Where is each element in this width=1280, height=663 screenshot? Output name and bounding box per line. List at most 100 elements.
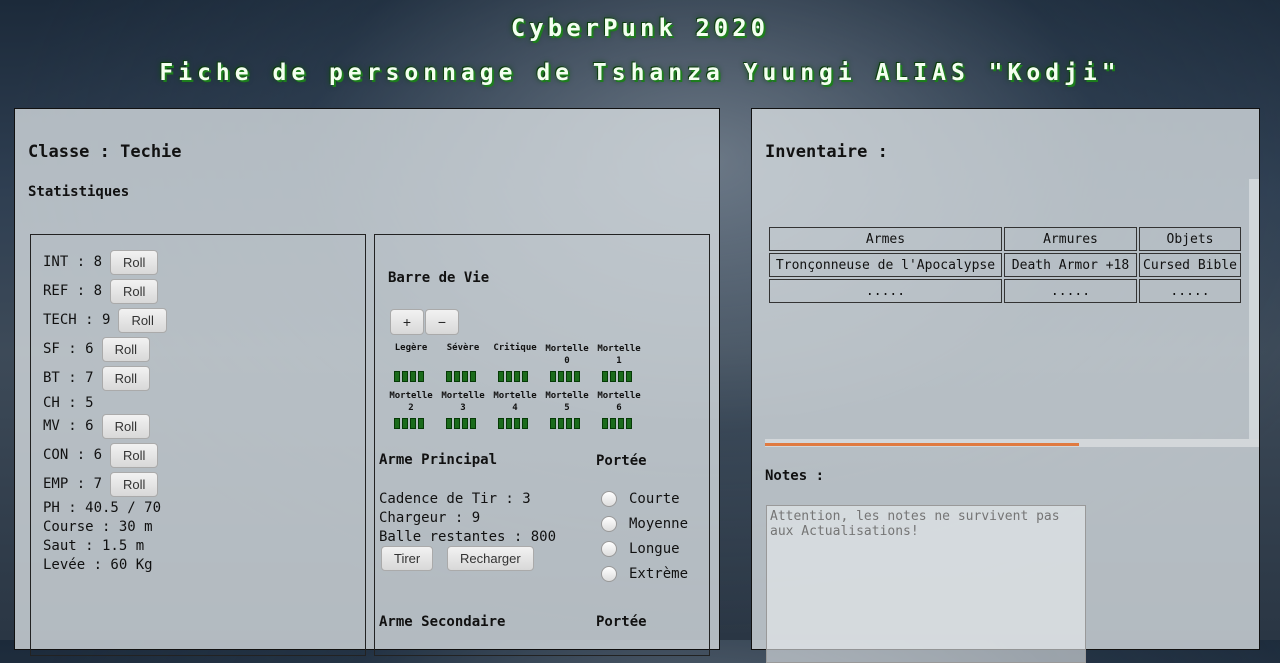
radio-circle[interactable] (601, 491, 617, 507)
health-boxes[interactable] (550, 418, 580, 429)
radio-circle[interactable] (601, 516, 617, 532)
range-radio-courte[interactable]: Courte (601, 491, 680, 507)
character-panel: Classe : Techie Statistiques INT : 8 Roll… (14, 108, 720, 656)
course-value: Course : 30 m (43, 519, 153, 535)
page-subtitle: Fiche de personnage de Tshanza Yuungi AL… (159, 60, 1121, 86)
level-name: Mortelle (441, 391, 485, 401)
roll-sf-button[interactable]: Roll (101, 336, 150, 362)
inventory-panel: Inventaire : Armes Armures Objets Tronço… (751, 108, 1260, 663)
chargeur-value: Chargeur : 9 (379, 510, 481, 526)
cadence-value: Cadence de Tir : 3 (379, 491, 531, 507)
radio-circle[interactable] (601, 541, 617, 557)
table-cell[interactable]: ..... (1004, 279, 1137, 303)
fire-button[interactable]: Tirer (381, 546, 434, 571)
column-header: Armes (769, 227, 1002, 251)
secondary-weapon-heading: Arme Secondaire (379, 614, 506, 630)
reload-button[interactable]: Recharger (447, 546, 534, 571)
stat-int: INT : 8 Roll (43, 249, 159, 275)
health-boxes[interactable] (498, 371, 528, 382)
level-name: Mortelle (389, 391, 433, 401)
column-header: Objets (1139, 227, 1241, 251)
radio-label: Moyenne (629, 516, 689, 532)
level-number: 5 (564, 403, 570, 413)
stat-label: SF : 6 (43, 341, 94, 357)
roll-int-button[interactable]: Roll (110, 249, 159, 275)
health-boxes[interactable] (446, 418, 476, 429)
health-level-label: Mortelle 2 (385, 390, 437, 414)
health-level-label: Mortelle 3 (437, 390, 489, 414)
health-level-label: Mortelle 1 (593, 343, 645, 367)
range-radio-longue[interactable]: Longue (601, 541, 680, 557)
health-level-label: Mortelle 0 (541, 343, 593, 367)
table-header-row: Armes Armures Objets (769, 227, 1241, 251)
stat-label: BT : 7 (43, 370, 94, 386)
stat-label: INT : 8 (43, 254, 103, 270)
level-name: Mortelle (545, 391, 589, 401)
level-number: 0 (564, 356, 570, 366)
level-name: Mortelle (597, 391, 641, 401)
health-boxes[interactable] (498, 418, 528, 429)
notes-heading: Notes : (765, 468, 825, 484)
roll-con-button[interactable]: Roll (110, 442, 159, 468)
level-number: 1 (616, 356, 622, 366)
saut-value: Saut : 1.5 m (43, 538, 145, 554)
health-boxes[interactable] (550, 371, 580, 382)
stat-bt: BT : 7 Roll (43, 365, 150, 391)
ph-value: PH : 40.5 / 70 (43, 500, 162, 516)
stat-emp: EMP : 7 Roll (43, 471, 159, 497)
health-box: Barre de Vie + − Legère Sévère Critique … (374, 234, 710, 656)
table-cell[interactable]: Cursed Bible (1139, 253, 1241, 277)
balles-value: Balle restantes : 800 (379, 529, 557, 545)
primary-range-heading: Portée (596, 453, 647, 469)
health-plus-button[interactable]: + (390, 309, 424, 335)
radio-label: Courte (629, 491, 680, 507)
health-boxes[interactable] (446, 371, 476, 382)
health-level-label: Mortelle 4 (489, 390, 541, 414)
roll-mv-button[interactable]: Roll (101, 413, 150, 439)
secondary-range-heading: Portée (596, 614, 647, 630)
level-name: Critique (493, 343, 537, 353)
health-minus-button[interactable]: − (425, 309, 459, 335)
stat-con: CON : 6 Roll (43, 442, 159, 468)
range-radio-moyenne[interactable]: Moyenne (601, 516, 688, 532)
stat-mv: MV : 6 Roll (43, 413, 150, 439)
table-row: ..... ..... ..... (769, 279, 1241, 303)
level-number: 4 (512, 403, 518, 413)
level-number: 6 (616, 403, 622, 413)
horizontal-scrollbar-thumb[interactable] (765, 443, 1079, 446)
level-number: 2 (408, 403, 414, 413)
table-cell[interactable]: Death Armor +18 (1004, 253, 1137, 277)
health-boxes[interactable] (602, 418, 632, 429)
radio-label: Longue (629, 541, 680, 557)
stat-label: CON : 6 (43, 447, 103, 463)
health-boxes[interactable] (602, 371, 632, 382)
notes-textarea[interactable] (766, 505, 1086, 663)
health-level-label: Mortelle 6 (593, 390, 645, 414)
health-heading: Barre de Vie (388, 270, 490, 286)
roll-bt-button[interactable]: Roll (101, 365, 150, 391)
inventory-heading: Inventaire : (765, 142, 888, 162)
health-boxes[interactable] (394, 418, 424, 429)
class-label: Classe : Techie (28, 142, 182, 162)
stats-heading: Statistiques (28, 184, 130, 200)
table-cell[interactable]: Tronçonneuse de l'Apocalypse (769, 253, 1002, 277)
stat-label: MV : 6 (43, 418, 94, 434)
health-level-label: Sévère (437, 342, 489, 354)
app-title: CyberPunk 2020 (510, 14, 770, 42)
range-radio-extreme[interactable]: Extrème (601, 566, 688, 582)
stat-sf: SF : 6 Roll (43, 336, 150, 362)
vertical-scrollbar[interactable] (1249, 179, 1259, 439)
roll-emp-button[interactable]: Roll (110, 471, 159, 497)
stats-box: INT : 8 Roll REF : 8 Roll TECH : 9 Roll SF … (30, 234, 366, 656)
level-number: 3 (460, 403, 466, 413)
level-name: Sévère (446, 343, 480, 353)
roll-tech-button[interactable]: Roll (118, 307, 167, 333)
level-name: Mortelle (545, 344, 589, 354)
level-name: Mortelle (597, 344, 641, 354)
health-boxes[interactable] (394, 371, 424, 382)
radio-circle[interactable] (601, 566, 617, 582)
table-cell[interactable]: ..... (769, 279, 1002, 303)
table-cell[interactable]: ..... (1139, 279, 1241, 303)
roll-ref-button[interactable]: Roll (110, 278, 159, 304)
stat-label: CH : 5 (43, 395, 94, 411)
